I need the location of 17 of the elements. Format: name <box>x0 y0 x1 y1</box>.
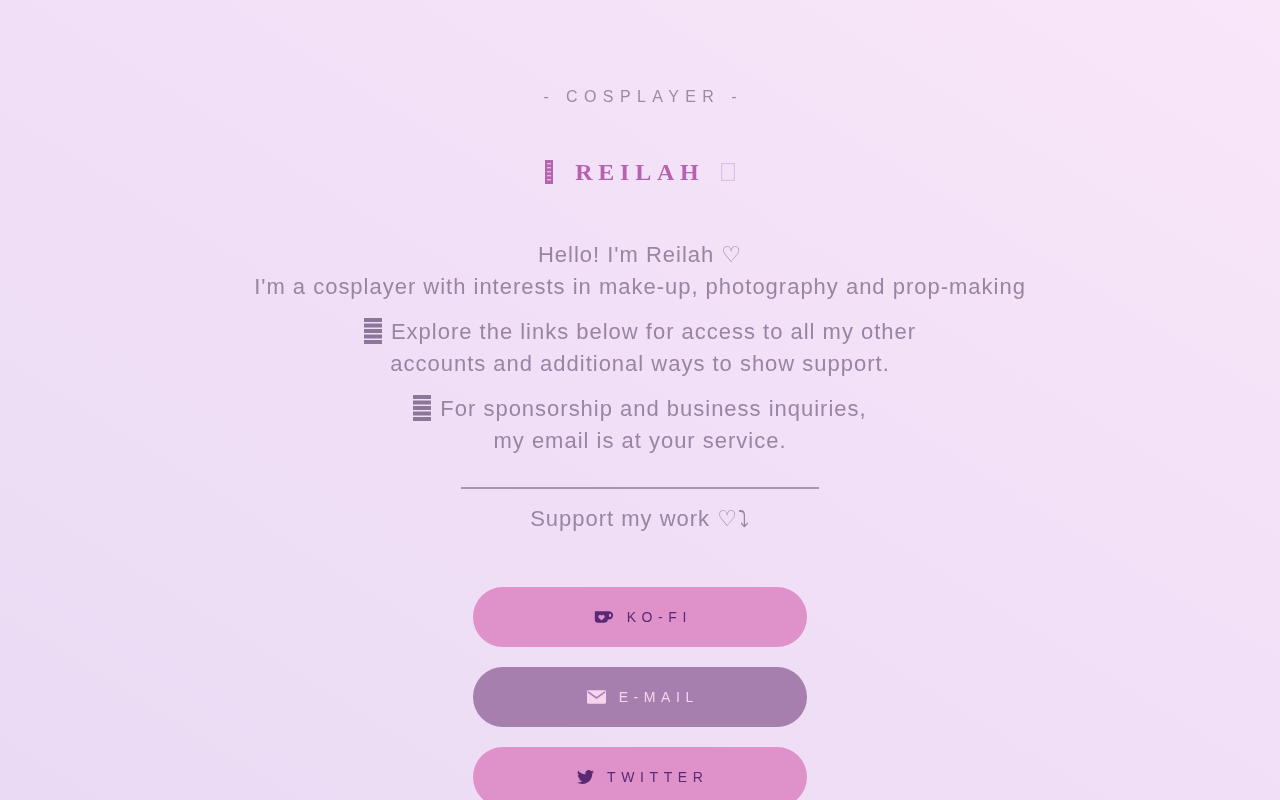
link-button[interactable]: E-MAIL <box>473 667 807 727</box>
tagline: - COSPLAYER - <box>543 87 743 107</box>
vertical-bar-icon <box>545 160 554 184</box>
note-text: For sponsorship and business inquiries, my email is at your service. <box>440 396 867 453</box>
striped-bars-icon <box>363 318 382 344</box>
link-button[interactable]: KO-FI <box>473 587 807 647</box>
support-heading: Support my work ♡⤵ <box>530 505 750 533</box>
striped-bars-icon <box>413 395 432 421</box>
intro-text: Hello! I'm Reilah ♡ <box>537 241 743 269</box>
envelope-icon <box>586 690 606 704</box>
note-text: Explore the links below for access to all my other accounts and additional ways to show support. <box>390 319 917 376</box>
profile-name: REILAH <box>575 158 705 187</box>
empty-box-icon <box>720 163 735 181</box>
intro-text: I'm a cosplayer with interests in make-up, photography and prop-making <box>254 273 1026 301</box>
cup-heart-icon <box>593 610 614 624</box>
link-button[interactable]: TWITTER <box>473 747 807 800</box>
bird-icon <box>577 770 595 784</box>
